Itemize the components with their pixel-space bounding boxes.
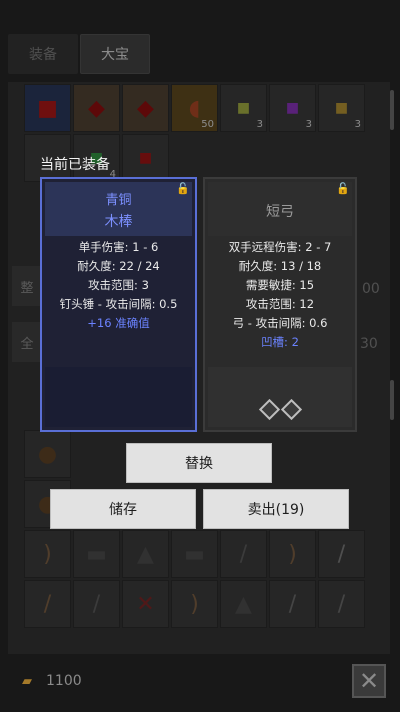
equipped-item-panel: 🔓 青铜 木棒 单手伤害: 1 - 6 耐久度: 22 / 24 攻击范围: 3…	[40, 177, 197, 432]
item-socket-bar	[45, 367, 192, 427]
sell-button[interactable]: 卖出(19)	[203, 489, 349, 529]
item-name: 木棒	[104, 214, 133, 230]
item-socket-bar	[208, 367, 352, 427]
equipped-header: 当前已装备	[40, 157, 110, 173]
item-stat: 弓 - 攻击间隔: 0.6	[232, 316, 328, 330]
unlock-icon[interactable]: 🔓	[336, 182, 350, 195]
item-stat: 需要敏捷: 15	[245, 278, 315, 292]
item-quality: 青铜	[105, 193, 132, 208]
store-button[interactable]: 储存	[50, 489, 196, 529]
item-bonus: +16 准确值	[87, 316, 150, 330]
replace-button[interactable]: 替换	[126, 443, 272, 483]
item-stat: 双手远程伤害: 2 - 7	[228, 240, 332, 254]
close-button[interactable]: ✕	[352, 664, 386, 698]
item-stat: 耐久度: 22 / 24	[77, 259, 160, 273]
item-slots: 凹槽: 2	[261, 335, 299, 349]
item-stat: 攻击范围: 12	[245, 297, 315, 311]
item-stat: 耐久度: 13 / 18	[238, 259, 322, 273]
item-stat: 攻击范围: 3	[88, 278, 149, 292]
close-icon: ✕	[358, 667, 380, 695]
gold-coin-icon: ▰	[22, 674, 32, 689]
compare-item-panel: 🔓 短弓 双手远程伤害: 2 - 7 耐久度: 13 / 18 需要敏捷: 15…	[203, 177, 357, 432]
item-stat: 钉头锤 - 攻击间隔: 0.5	[59, 297, 178, 311]
item-stat: 单手伤害: 1 - 6	[78, 240, 159, 254]
gold-amount: 1100	[46, 673, 82, 689]
item-name: 短弓	[266, 204, 294, 220]
